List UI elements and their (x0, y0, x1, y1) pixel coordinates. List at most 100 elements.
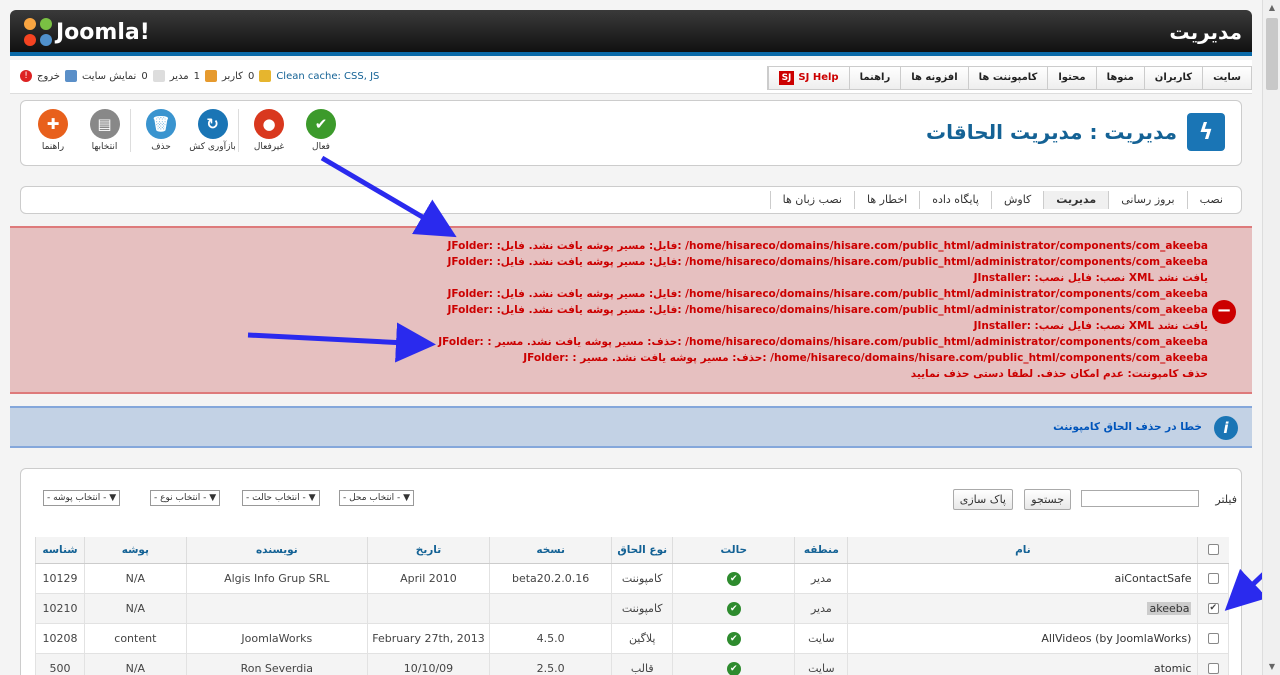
cell-text: 10/10/09 (403, 661, 454, 675)
info-icon: i (1214, 416, 1238, 440)
enabled-check-icon[interactable]: ✔ (726, 601, 741, 616)
toolbar-button-trash[interactable]: 🗑 حذف (135, 109, 187, 152)
logout-link[interactable]: خروج (37, 71, 60, 82)
cell-state[interactable]: ✔ (672, 652, 796, 675)
cell-folder: N/A (83, 652, 187, 675)
refresh-icon: ↻ (197, 109, 228, 139)
error-icon: − (1212, 300, 1236, 324)
joomla-logo[interactable]: Joomla! (24, 18, 150, 46)
logo-text: Joomla! (56, 19, 150, 45)
menu-item-site[interactable]: سایت (1202, 67, 1251, 89)
clean-cache-link[interactable]: Clean cache: CSS, JS (276, 71, 379, 82)
table-row[interactable]: ✔ akeeba مدیر ✔ کامپوننت N/A 10210 (35, 592, 1229, 624)
submenu-item[interactable]: نصب (1186, 191, 1235, 209)
scroll-down-icon[interactable]: ▼ (1263, 659, 1280, 675)
col-state[interactable]: حالت (672, 537, 795, 564)
submenu-item[interactable]: مدیریت (1043, 191, 1109, 209)
col-type[interactable]: نوع الحاق (611, 537, 673, 564)
cell-author: Algis Info Grup SRL (185, 562, 368, 594)
toolbar-button-disable[interactable]: ● غیرفعال (243, 109, 295, 152)
error-line: حذف کامپوننت: عدم امکان حذف. لطفا دستی ح… (910, 368, 1208, 380)
cell-text[interactable]: aiContactSafe (1115, 572, 1192, 585)
cell-area: مدیر (794, 592, 849, 624)
cell-text: 4.5.0 (536, 631, 565, 645)
row-checkbox[interactable]: ✔ (1207, 603, 1219, 614)
cell-checkbox[interactable] (1197, 622, 1229, 654)
cell-folder: N/A (83, 592, 187, 624)
select-all-checkbox[interactable] (1207, 544, 1219, 556)
users-icon (259, 70, 272, 82)
cell-state[interactable]: ✔ (672, 622, 796, 654)
cell-text[interactable]: akeeba (1147, 601, 1192, 615)
extensions-table: نام منطقه حالت نوع الحاق نسخه تاریخ نویس… (35, 537, 1229, 675)
state-select[interactable]: - انتخاب حالت - ▼ (242, 490, 320, 506)
col-date[interactable]: تاریخ (366, 537, 490, 564)
menu-item-content[interactable]: محتوا (1047, 67, 1095, 89)
cell-area: مدیر (794, 562, 849, 594)
row-checkbox[interactable] (1207, 663, 1219, 674)
table-row[interactable]: aiContactSafe مدیر ✔ کامپوننت beta20.2.0.16 A… (35, 562, 1229, 594)
cell-state[interactable]: ✔ (672, 592, 796, 624)
submenu-item[interactable]: پایگاه داده (919, 191, 991, 209)
cell-text: 500 (49, 661, 71, 675)
vertical-scrollbar[interactable]: ▲ ▼ (1262, 0, 1280, 675)
submenu-item[interactable]: کاوش (990, 191, 1043, 209)
cell-text: پلاگین (628, 631, 656, 645)
toolbar-button-enable[interactable]: ✔ فعال (295, 109, 347, 152)
cell-date: February 27th, 2013 (366, 622, 491, 654)
cell-area: سایت (794, 652, 849, 675)
cell-text: کامپوننت (621, 601, 663, 615)
menu-item-extensions[interactable]: افزونه ها (900, 67, 967, 89)
cell-name: akeeba (847, 592, 1199, 624)
enabled-check-icon[interactable]: ✔ (726, 661, 741, 675)
col-area[interactable]: منطقه (794, 537, 848, 564)
options-icon: ▤ (89, 109, 120, 139)
toolbar-button-help[interactable]: ✚ راهنما (27, 109, 79, 152)
col-author[interactable]: نویسنده (185, 537, 368, 564)
cell-checkbox[interactable] (1197, 562, 1229, 594)
menu-item-users[interactable]: کاربران (1143, 67, 1202, 89)
menu-item-components[interactable]: کامپوننت ها (967, 67, 1048, 89)
cell-text: Algis Info Grup SRL (224, 571, 330, 585)
type-select[interactable]: - انتخاب نوع - ▼ (150, 490, 221, 506)
cell-text: مدیر (810, 601, 832, 615)
view-site-icon (64, 70, 77, 82)
row-checkbox[interactable] (1207, 633, 1219, 644)
enabled-check-icon[interactable]: ✔ (726, 631, 741, 646)
col-version[interactable]: نسخه (489, 537, 612, 564)
submenu-item[interactable]: اخطار ها (853, 191, 919, 209)
submenu-item[interactable]: نصب زبان ها (769, 191, 854, 209)
row-checkbox[interactable] (1207, 573, 1219, 584)
help-icon: ✚ (38, 109, 68, 139)
col-id[interactable]: شناسه (35, 537, 85, 564)
table-row[interactable]: (AllVideos (by JoomlaWorks سایت ✔ پلاگین 4.5… (35, 622, 1229, 654)
cell-state[interactable]: ✔ (672, 562, 796, 594)
toolbar-button-label: راهنما (41, 142, 65, 152)
enable-icon: ✔ (306, 109, 336, 139)
menu-item-menus[interactable]: منوها (1095, 67, 1144, 89)
submenu-item[interactable]: بروز رسانی (1108, 191, 1186, 209)
cell-checkbox[interactable] (1197, 652, 1229, 675)
table-row[interactable]: atomic سایت ✔ قالب 2.5.0 10/10/09 Ron Severdia… (35, 652, 1229, 675)
scroll-thumb[interactable] (1266, 18, 1278, 90)
search-button[interactable]: جستجو (1024, 489, 1071, 510)
scroll-up-icon[interactable]: ▲ (1263, 0, 1280, 16)
cell-type: قالب (611, 652, 674, 675)
cell-text[interactable]: atomic (1154, 662, 1192, 675)
cell-text[interactable]: (AllVideos (by JoomlaWorks (1041, 632, 1191, 645)
sj-help-link[interactable]: SJ SJ Help (767, 67, 849, 89)
col-name[interactable]: نام (847, 537, 1198, 564)
toolbar-button-refresh[interactable]: ↻ بازآوری کش (187, 109, 239, 152)
toolbar-button-options[interactable]: ▤ انتخابها (79, 109, 131, 152)
location-select[interactable]: - انتخاب محل - ▼ (339, 490, 415, 506)
menu-item-help[interactable]: راهنما (848, 67, 901, 89)
cell-checkbox[interactable]: ✔ (1197, 592, 1229, 624)
clear-button[interactable]: پاک سازی (952, 489, 1013, 510)
sj-help-label: SJ Help (798, 72, 839, 83)
col-folder[interactable]: پوشه (83, 537, 187, 564)
view-site-link[interactable]: نمایش سایت (82, 71, 136, 82)
filter-input[interactable] (1081, 490, 1199, 507)
enabled-check-icon[interactable]: ✔ (726, 571, 741, 586)
folder-select[interactable]: - انتخاب پوشه - ▼ (43, 490, 121, 506)
disable-icon: ● (254, 109, 284, 139)
